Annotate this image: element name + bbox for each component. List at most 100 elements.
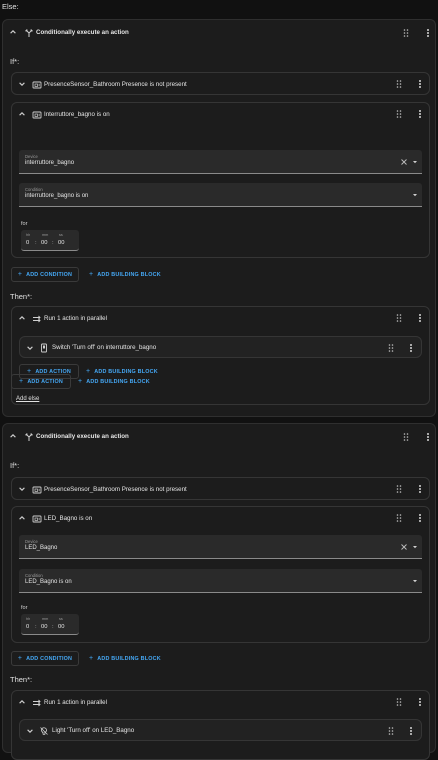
field-label: Device <box>25 154 38 159</box>
drag-handle-icon[interactable] <box>395 484 403 494</box>
add-building-block-button[interactable]: + ADD BUILDING BLOCK <box>89 651 161 666</box>
if-label: If*: <box>10 461 20 470</box>
more-options-icon[interactable] <box>424 28 432 38</box>
collapse-chevron-icon[interactable] <box>17 697 27 707</box>
hours-value[interactable]: 0 <box>26 240 29 246</box>
collapse-chevron-icon[interactable] <box>17 513 27 523</box>
collapse-chevron-icon[interactable] <box>17 313 27 323</box>
if-label: If*: <box>10 57 20 66</box>
switch-icon <box>38 342 49 353</box>
condition-card-device: Interruttore_bagno is on Device interrut… <box>11 102 430 258</box>
field-value: interruttore_bagno is on <box>25 193 89 199</box>
time-separator: : <box>52 240 54 246</box>
hours-label: hh <box>26 233 31 237</box>
more-options-icon[interactable] <box>416 697 424 707</box>
drag-handle-icon[interactable] <box>395 79 403 89</box>
device-field[interactable]: Device interruttore_bagno <box>19 150 422 174</box>
for-label: for <box>21 605 28 611</box>
add-else-link[interactable]: Add else <box>16 396 39 402</box>
action-title: Conditionally execute an action <box>36 29 129 36</box>
clear-icon[interactable] <box>400 158 408 166</box>
drag-handle-icon[interactable] <box>387 726 395 736</box>
parallel-icon <box>31 313 42 324</box>
duration-input[interactable]: hh mm ss 0 : 00 : 00 <box>21 614 79 635</box>
expand-chevron-icon[interactable] <box>17 79 27 89</box>
duration-input[interactable]: hh mm ss 0 : 00 : 00 <box>21 230 79 251</box>
more-options-icon[interactable] <box>407 343 415 353</box>
minutes-value[interactable]: 00 <box>41 624 47 630</box>
hours-value[interactable]: 0 <box>26 624 29 630</box>
parallel-action-card: Run 1 action in parallel Light 'Turn off… <box>11 690 430 760</box>
else-label: Else: <box>2 2 19 11</box>
dropdown-arrow-icon[interactable] <box>411 191 419 199</box>
device-icon <box>31 484 42 495</box>
drag-handle-icon[interactable] <box>402 28 410 38</box>
condition-title: Interruttore_bagno is on <box>44 111 110 118</box>
branch-icon <box>23 431 34 442</box>
condition-card-presence: PresenceSensor_Bathroom Presence is not … <box>11 72 430 95</box>
field-value: LED_Bagno <box>25 545 58 551</box>
dropdown-arrow-icon[interactable] <box>411 577 419 585</box>
more-options-icon[interactable] <box>416 79 424 89</box>
action-title: Switch 'Turn off' on interruttore_bagno <box>52 344 157 351</box>
parallel-title: Run 1 action in parallel <box>44 699 107 706</box>
add-building-block-button[interactable]: + ADD BUILDING BLOCK <box>78 374 150 389</box>
device-icon <box>31 109 42 120</box>
more-options-icon[interactable] <box>416 513 424 523</box>
add-action-button[interactable]: + ADD ACTION <box>11 374 71 389</box>
collapse-chevron-icon[interactable] <box>17 109 27 119</box>
device-icon <box>31 79 42 90</box>
more-options-icon[interactable] <box>416 313 424 323</box>
lightbulb-off-icon <box>38 725 49 736</box>
drag-handle-icon[interactable] <box>402 432 410 442</box>
add-condition-button[interactable]: + ADD CONDITION <box>11 267 79 282</box>
more-options-icon[interactable] <box>416 484 424 494</box>
minutes-label: mm <box>42 617 49 621</box>
time-separator: : <box>35 240 37 246</box>
dropdown-arrow-icon[interactable] <box>411 543 419 551</box>
collapse-chevron-icon[interactable] <box>8 431 18 441</box>
add-building-block-button[interactable]: + ADD BUILDING BLOCK <box>89 267 161 282</box>
choose-action-card-1: Conditionally execute an action If*: Pre… <box>2 19 436 417</box>
device-field[interactable]: Device LED_Bagno <box>19 535 422 559</box>
time-separator: : <box>52 624 54 630</box>
dropdown-arrow-icon[interactable] <box>411 158 419 166</box>
drag-handle-icon[interactable] <box>395 109 403 119</box>
more-options-icon[interactable] <box>424 432 432 442</box>
seconds-value[interactable]: 00 <box>58 240 64 246</box>
more-options-icon[interactable] <box>407 726 415 736</box>
action-title: Conditionally execute an action <box>36 433 129 440</box>
add-condition-button[interactable]: + ADD CONDITION <box>11 651 79 666</box>
collapse-chevron-icon[interactable] <box>8 27 18 37</box>
drag-handle-icon[interactable] <box>395 513 403 523</box>
field-value: interruttore_bagno <box>25 160 75 166</box>
condition-field[interactable]: Condition LED_Bagno is on <box>19 569 422 593</box>
drag-handle-icon[interactable] <box>395 313 403 323</box>
seconds-value[interactable]: 00 <box>58 624 64 630</box>
condition-field[interactable]: Condition interruttore_bagno is on <box>19 183 422 207</box>
parallel-title: Run 1 action in parallel <box>44 315 107 322</box>
field-label: Condition <box>25 573 43 578</box>
action-card-light: Light 'Turn off' on LED_Bagno <box>19 719 422 741</box>
parallel-icon <box>31 697 42 708</box>
minutes-value[interactable]: 00 <box>41 240 47 246</box>
clear-icon[interactable] <box>400 543 408 551</box>
condition-card-presence: PresenceSensor_Bathroom Presence is not … <box>11 477 430 500</box>
time-separator: : <box>35 624 37 630</box>
condition-title: PresenceSensor_Bathroom Presence is not … <box>44 81 187 88</box>
condition-title: LED_Bagno is on <box>44 515 93 522</box>
then-label: Then*: <box>10 292 33 301</box>
then-label: Then*: <box>10 675 33 684</box>
minutes-label: mm <box>42 233 49 237</box>
branch-icon <box>23 27 34 38</box>
action-title: Light 'Turn off' on LED_Bagno <box>52 727 135 734</box>
more-options-icon[interactable] <box>416 109 424 119</box>
expand-chevron-icon[interactable] <box>25 343 35 353</box>
drag-handle-icon[interactable] <box>395 697 403 707</box>
drag-handle-icon[interactable] <box>387 343 395 353</box>
expand-chevron-icon[interactable] <box>25 726 35 736</box>
expand-chevron-icon[interactable] <box>17 484 27 494</box>
for-label: for <box>21 221 28 227</box>
field-value: LED_Bagno is on <box>25 579 72 585</box>
parallel-action-card: Run 1 action in parallel Switch 'Turn of… <box>11 306 430 405</box>
